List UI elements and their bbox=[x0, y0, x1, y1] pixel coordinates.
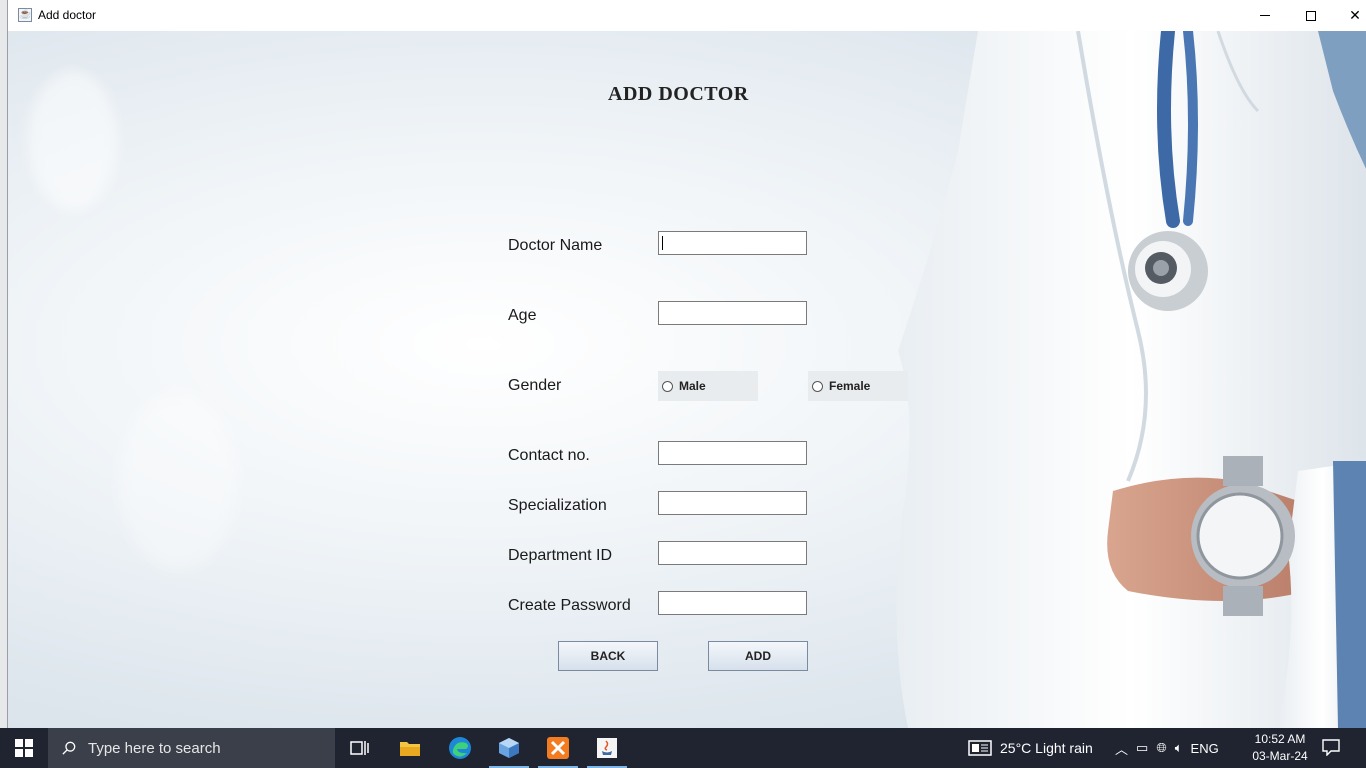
male-label: Male bbox=[679, 379, 706, 393]
file-explorer-button[interactable] bbox=[386, 728, 434, 768]
network-globe-icon[interactable]: 🌐︎ bbox=[1156, 740, 1166, 756]
age-input[interactable] bbox=[658, 301, 807, 325]
back-button[interactable]: BACK bbox=[558, 641, 658, 671]
radio-circle-icon bbox=[662, 380, 673, 392]
close-button[interactable]: ✕ bbox=[1332, 0, 1366, 31]
xampp-icon bbox=[547, 737, 569, 759]
taskbar-search-box[interactable]: Type here to search bbox=[48, 728, 335, 768]
java-icon bbox=[597, 738, 617, 758]
page-title: ADD DOCTOR bbox=[608, 83, 749, 105]
gender-label: Gender bbox=[508, 377, 562, 394]
doctor-name-label: Doctor Name bbox=[508, 237, 603, 254]
volume-icon[interactable]: 🔈︎ bbox=[1175, 740, 1183, 756]
maximize-icon bbox=[1306, 10, 1316, 21]
contact-label: Contact no. bbox=[508, 447, 590, 464]
window-title: Add doctor bbox=[38, 8, 97, 22]
contact-input[interactable] bbox=[658, 441, 807, 465]
search-icon bbox=[62, 741, 76, 755]
specialization-input[interactable] bbox=[658, 491, 807, 515]
close-icon: ✕ bbox=[1349, 7, 1361, 23]
notification-icon[interactable] bbox=[1322, 738, 1340, 756]
java-app-button[interactable] bbox=[583, 728, 631, 768]
java-app-icon: ☕ bbox=[18, 8, 32, 22]
department-id-label: Department ID bbox=[508, 547, 613, 564]
doctor-background-image bbox=[896, 31, 1366, 728]
minimize-button[interactable] bbox=[1242, 0, 1288, 31]
weather-text: 25°C Light rain bbox=[1000, 740, 1093, 756]
add-button[interactable]: ADD bbox=[708, 641, 808, 671]
taskbar: Type here to search 25°C Light rain ︿ ▭ … bbox=[0, 728, 1366, 768]
clock[interactable]: 10:52 AM 03-Mar-24 bbox=[1250, 731, 1310, 765]
background-bokeh bbox=[118, 391, 238, 571]
specialization-label: Specialization bbox=[508, 497, 607, 514]
password-input[interactable] bbox=[658, 591, 807, 615]
department-id-input[interactable] bbox=[658, 541, 807, 565]
add-doctor-window: ☕ Add doctor ✕ ADD DOCTOR Doctor Name Ag… bbox=[7, 0, 1366, 728]
search-placeholder: Type here to search bbox=[88, 739, 221, 757]
doctor-name-input[interactable] bbox=[658, 231, 807, 255]
age-label: Age bbox=[508, 307, 537, 324]
chevron-up-icon[interactable]: ︿ bbox=[1115, 739, 1128, 758]
weather-widget[interactable]: 25°C Light rain bbox=[968, 728, 1093, 768]
start-button[interactable] bbox=[0, 728, 48, 768]
title-bar[interactable]: ☕ Add doctor ✕ bbox=[8, 0, 1366, 32]
xampp-button[interactable] bbox=[534, 728, 582, 768]
minimize-icon bbox=[1260, 15, 1270, 16]
form-panel: ADD DOCTOR Doctor Name Age Gender Male F… bbox=[8, 31, 1366, 728]
windows-logo-icon bbox=[15, 739, 33, 757]
edge-browser-button[interactable] bbox=[436, 728, 484, 768]
radio-circle-icon bbox=[812, 380, 823, 392]
clock-date: 03-Mar-24 bbox=[1252, 749, 1308, 763]
box-app-button[interactable] bbox=[485, 728, 533, 768]
maximize-button[interactable] bbox=[1288, 0, 1334, 31]
gender-female-radio[interactable]: Female bbox=[808, 371, 908, 401]
battery-icon[interactable]: ▭ bbox=[1136, 740, 1148, 756]
edge-icon bbox=[449, 737, 471, 759]
language-indicator[interactable]: ENG bbox=[1191, 741, 1219, 756]
password-label: Create Password bbox=[508, 597, 631, 614]
text-caret bbox=[662, 236, 663, 250]
system-tray: ︿ ▭ 🌐︎ 🔈︎ ENG bbox=[1115, 728, 1219, 768]
clock-time: 10:52 AM bbox=[1254, 732, 1306, 746]
gender-male-radio[interactable]: Male bbox=[658, 371, 758, 401]
task-view-icon bbox=[350, 741, 369, 755]
box-app-icon bbox=[499, 738, 519, 758]
file-explorer-icon bbox=[400, 742, 420, 756]
background-bokeh bbox=[28, 71, 118, 211]
female-label: Female bbox=[829, 379, 871, 393]
weather-icon bbox=[968, 740, 992, 756]
task-view-button[interactable] bbox=[336, 728, 384, 768]
